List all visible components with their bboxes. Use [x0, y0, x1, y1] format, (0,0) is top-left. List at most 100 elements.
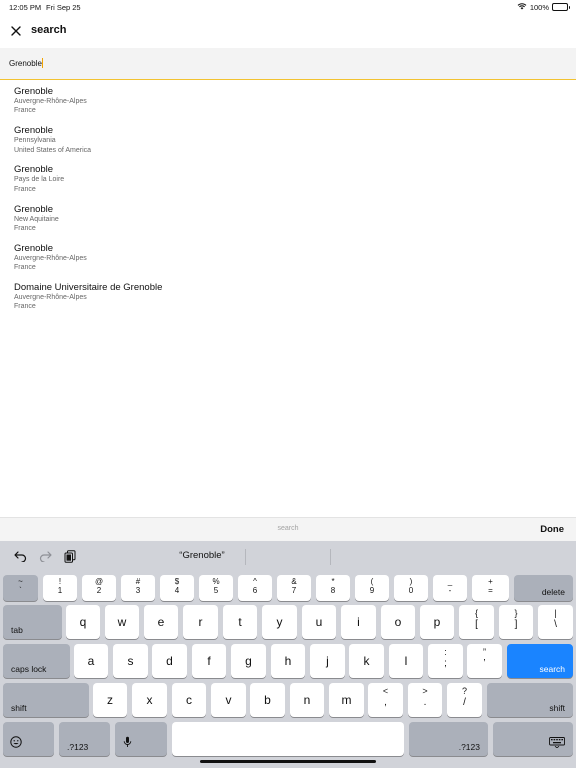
- list-item[interactable]: Domaine Universitaire de Grenoble Auverg…: [0, 282, 576, 321]
- numbers-right-key[interactable]: .?123: [409, 722, 488, 756]
- home-indicator[interactable]: [200, 760, 376, 763]
- result-region: Auvergne-Rhône-Alpes: [14, 254, 87, 262]
- battery-icon: [552, 3, 570, 11]
- key-l[interactable]: l: [389, 644, 423, 678]
- search-input[interactable]: Grenoble: [9, 58, 44, 68]
- key-u[interactable]: u: [302, 605, 336, 639]
- caps-lock-key[interactable]: caps lock: [3, 644, 70, 678]
- key-z[interactable]: z: [93, 683, 127, 717]
- key-equals[interactable]: + =: [472, 575, 509, 601]
- results-list: Grenoble Auvergne-Rhône-Alpes France Gre…: [0, 86, 576, 321]
- emoji-key[interactable]: [3, 722, 54, 756]
- key-1[interactable]: ! 1: [43, 575, 77, 601]
- key-v[interactable]: v: [211, 683, 246, 717]
- key-m[interactable]: m: [329, 683, 364, 717]
- key-a[interactable]: a: [74, 644, 108, 678]
- key-3[interactable]: # 3: [121, 575, 155, 601]
- key-8[interactable]: * 8: [316, 575, 350, 601]
- wifi-icon: [517, 2, 527, 12]
- key-5[interactable]: % 5: [199, 575, 233, 601]
- key-o[interactable]: o: [381, 605, 415, 639]
- key-9[interactable]: ( 9: [355, 575, 389, 601]
- result-region: Auvergne-Rhône-Alpes: [14, 293, 87, 301]
- status-right: 100%: [517, 2, 570, 12]
- key-minus[interactable]: _ -: [433, 575, 467, 601]
- battery-percent: 100%: [529, 2, 549, 12]
- key-i[interactable]: i: [341, 605, 376, 639]
- autocorrect-suggestion[interactable]: “Grenoble”: [157, 550, 247, 561]
- key-b[interactable]: b: [250, 683, 285, 717]
- key-w[interactable]: w: [105, 605, 139, 639]
- paste-icon[interactable]: [63, 549, 77, 563]
- key-t[interactable]: t: [223, 605, 257, 639]
- key-k[interactable]: k: [349, 644, 384, 678]
- status-bar: 12:05 PM Fri Sep 25 100%: [0, 0, 576, 14]
- suggestion-divider: [330, 549, 331, 565]
- result-country: United States of America: [14, 146, 92, 154]
- result-country: France: [14, 107, 36, 115]
- key-4[interactable]: $ 4: [160, 575, 194, 601]
- key-semicolon[interactable]: : ;: [428, 644, 463, 678]
- search-key[interactable]: search: [507, 644, 573, 678]
- result-name: Grenoble: [14, 242, 54, 254]
- page-title: search: [31, 24, 67, 36]
- list-item[interactable]: Grenoble Pays de la Loire France: [0, 164, 576, 203]
- microphone-icon: [123, 736, 132, 751]
- key-comma[interactable]: < ,: [368, 683, 403, 717]
- key-x[interactable]: x: [132, 683, 167, 717]
- redo-icon[interactable]: [38, 549, 52, 563]
- list-item[interactable]: Grenoble Pennsylvania United States of A…: [0, 125, 576, 164]
- dismiss-keyboard-key[interactable]: [493, 722, 573, 756]
- key-c[interactable]: c: [172, 683, 206, 717]
- undo-icon[interactable]: [13, 549, 27, 563]
- key-e[interactable]: e: [144, 605, 178, 639]
- list-item[interactable]: Grenoble Auvergne-Rhône-Alpes France: [0, 86, 576, 125]
- result-country: France: [14, 185, 36, 193]
- close-icon[interactable]: [9, 24, 23, 38]
- key-f[interactable]: f: [192, 644, 226, 678]
- result-country: France: [14, 303, 36, 311]
- dictation-key[interactable]: [115, 722, 167, 756]
- key-backslash[interactable]: | \: [538, 605, 573, 639]
- suggestion-divider: [245, 549, 246, 565]
- result-country: France: [14, 224, 36, 232]
- key-p[interactable]: p: [420, 605, 454, 639]
- list-item[interactable]: Grenoble New Aquitaine France: [0, 204, 576, 243]
- delete-key[interactable]: delete: [514, 575, 573, 601]
- result-country: France: [14, 264, 36, 272]
- key-n[interactable]: n: [290, 683, 324, 717]
- result-name: Grenoble: [14, 164, 54, 176]
- status-time: 12:05 PM: [9, 3, 42, 12]
- key-s[interactable]: s: [113, 644, 148, 678]
- status-date: Fri Sep 25: [46, 3, 81, 12]
- key-6[interactable]: ^ 6: [238, 575, 272, 601]
- key-j[interactable]: j: [310, 644, 345, 678]
- key-2[interactable]: @ 2: [82, 575, 116, 601]
- done-button[interactable]: Done: [540, 524, 564, 535]
- key-slash[interactable]: ? /: [447, 683, 482, 717]
- key-d[interactable]: d: [152, 644, 187, 678]
- numbers-left-key[interactable]: .?123: [59, 722, 110, 756]
- key-0[interactable]: ) 0: [394, 575, 428, 601]
- shift-right-key[interactable]: shift: [487, 683, 573, 717]
- text-caret: [42, 58, 44, 68]
- search-input-value: Grenoble: [9, 58, 42, 68]
- key-period[interactable]: > .: [408, 683, 442, 717]
- key-quote[interactable]: ” ’: [467, 644, 502, 678]
- keyboard-shortcut-bar: “Grenoble”: [0, 541, 576, 572]
- key-bracket-left[interactable]: { [: [459, 605, 494, 639]
- tab-key[interactable]: tab: [3, 605, 62, 639]
- key-tilde[interactable]: ~ `: [3, 575, 38, 601]
- key-g[interactable]: g: [231, 644, 266, 678]
- key-bracket-right[interactable]: } ]: [499, 605, 533, 639]
- shift-left-key[interactable]: shift: [3, 683, 89, 717]
- search-field-container: Grenoble: [0, 48, 576, 80]
- space-key[interactable]: [172, 722, 404, 756]
- list-item[interactable]: Grenoble Auvergne-Rhône-Alpes France: [0, 243, 576, 282]
- key-r[interactable]: r: [183, 605, 218, 639]
- key-7[interactable]: & 7: [277, 575, 311, 601]
- key-q[interactable]: q: [66, 605, 100, 639]
- key-y[interactable]: y: [262, 605, 297, 639]
- key-h[interactable]: h: [271, 644, 305, 678]
- keyboard-accessory-bar: search Done: [0, 517, 576, 541]
